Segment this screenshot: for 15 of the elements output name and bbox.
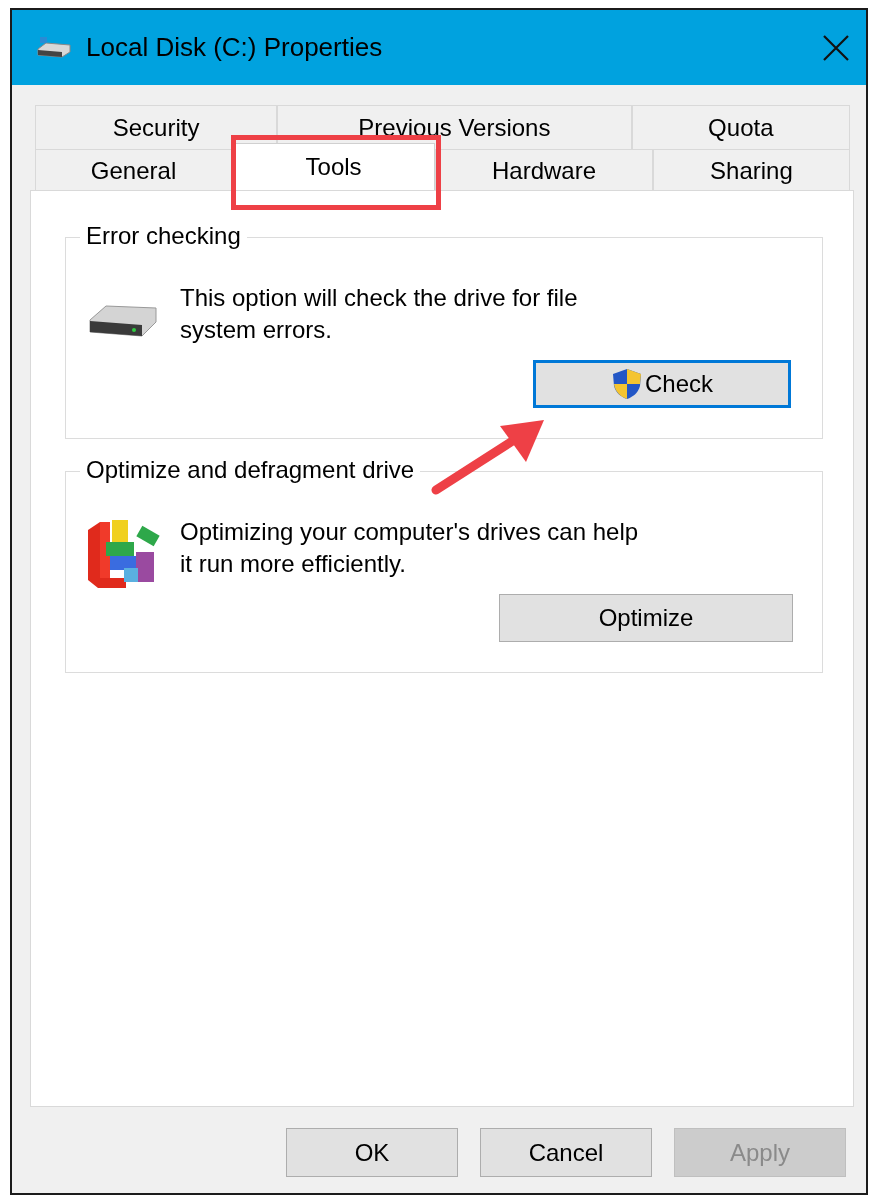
tab[interactable]: Security — [35, 105, 278, 149]
tab[interactable]: Hardware — [435, 149, 653, 190]
window-title: Local Disk (C:) Properties — [86, 31, 383, 64]
description-text: This option will check the drive for file system errors. — [180, 283, 579, 345]
check-button[interactable]: Check — [533, 360, 791, 408]
shield-icon — [611, 368, 643, 400]
description-text: Optimizing your computer's drives can help it run more efficiently. — [180, 517, 640, 579]
tab[interactable]: Sharing — [652, 149, 850, 190]
dialog-button[interactable]: OK — [286, 1128, 458, 1177]
tab[interactable]: General — [35, 149, 233, 190]
dialog-button[interactable]: Cancel — [480, 1128, 652, 1177]
tab[interactable]: Quota — [631, 105, 850, 149]
optimize-button[interactable]: Optimize — [499, 594, 793, 642]
close-button[interactable] — [822, 33, 850, 62]
drive-icon — [36, 36, 72, 59]
